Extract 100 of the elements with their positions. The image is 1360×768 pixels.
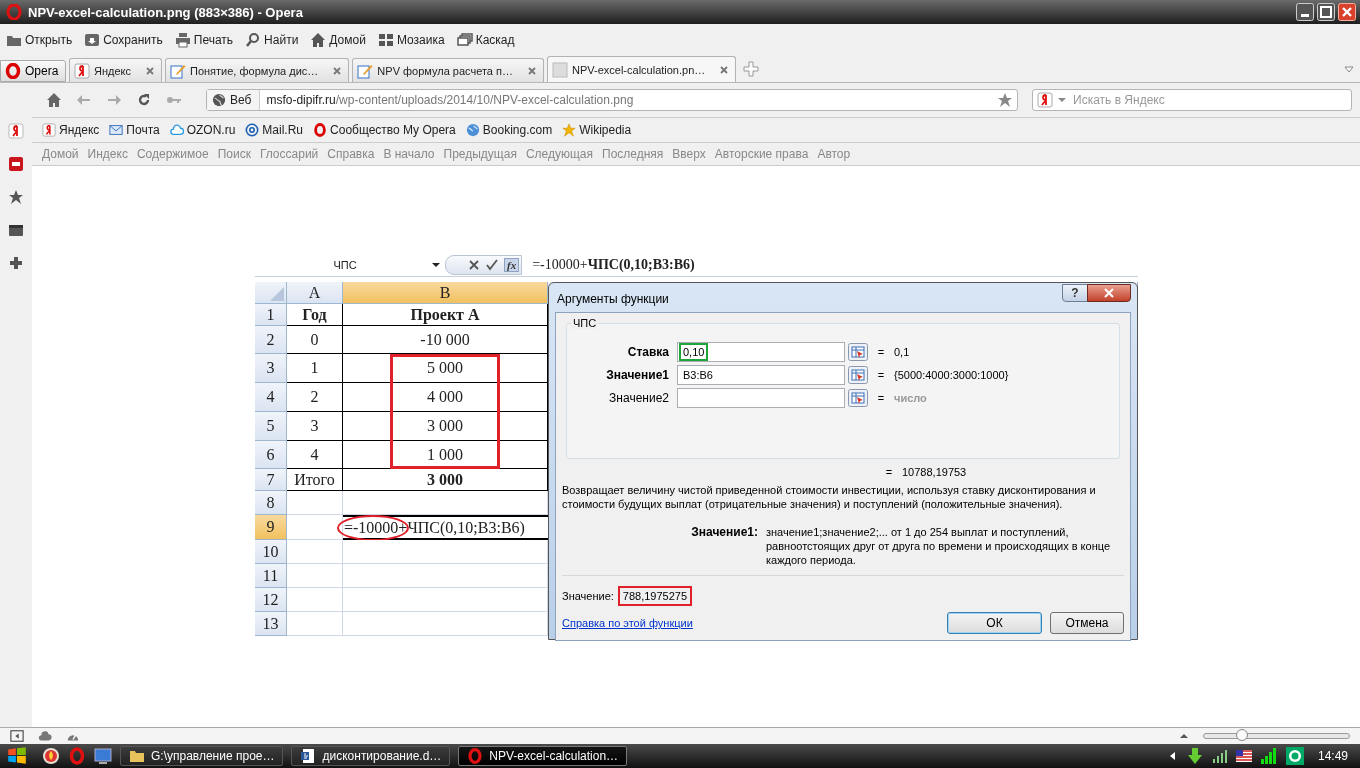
yandex-icon [74,62,90,79]
toolbar-button[interactable]: Найти [245,32,299,48]
caret-icon[interactable] [1057,95,1067,105]
row-header[interactable]: 8 [255,491,287,515]
browser-tab[interactable]: Яндекс [69,58,162,82]
cancel-button[interactable]: Отмена [1050,612,1124,634]
input-field[interactable] [677,388,845,408]
search-field[interactable]: Искать в Яндекс [1032,89,1352,111]
bookmark-link[interactable]: Mail.Ru [245,123,304,137]
toolbar-button[interactable]: Мозаика [377,32,445,48]
caret-up-icon[interactable] [1179,731,1189,741]
bookmark-link[interactable]: OZON.ru [169,123,236,137]
row-header[interactable]: 12 [255,588,287,612]
toolbar-button[interactable]: Сохранить [84,32,163,48]
input-field[interactable]: 0,10 [677,342,845,362]
table-cell: 1 000 [343,441,548,469]
cloud-icon[interactable] [38,729,52,743]
table-cell: -10 000 [343,326,548,354]
equals-sign: = [876,346,886,358]
toolbar-button[interactable]: Домой [310,32,366,48]
taskbar-button[interactable]: дисконтирование.d… [291,746,451,766]
globe-icon [465,123,480,137]
formula-field[interactable]: =-10000+ЧПС(0,10;B3:B6) [522,257,1138,273]
range-select-icon[interactable] [848,343,868,361]
range-select-icon[interactable] [848,389,868,407]
column-header[interactable]: B [343,282,548,304]
yandex-icon[interactable] [8,123,24,139]
row-header[interactable]: 10 [255,540,287,564]
web-scope-button[interactable]: Веб [207,90,261,110]
reload-icon[interactable] [136,92,152,108]
toolbar-button[interactable]: Каскад [456,32,515,48]
desktop-icon[interactable] [94,747,112,765]
panel-icon[interactable] [8,222,24,238]
start-button[interactable] [6,745,28,767]
taskbar-button[interactable]: NPV-excel-calculation… [458,746,628,766]
close-button[interactable] [1087,284,1131,302]
browser-tab[interactable]: Понятие, формула дис… [165,58,350,82]
checkmark-icon[interactable] [486,259,498,271]
range-select-icon[interactable] [848,366,868,384]
at-sign-icon [245,123,260,137]
slider-thumb[interactable] [1235,729,1248,741]
home-icon [310,32,327,48]
add-icon[interactable] [8,255,24,271]
opera-menu-button[interactable]: Opera [0,60,66,82]
row-header[interactable]: 4 [255,383,287,412]
flame-icon[interactable] [42,747,60,765]
row-header[interactable]: 11 [255,564,287,588]
row-header[interactable]: 1 [255,304,287,326]
search-input[interactable]: Искать в Яндекс [1071,92,1347,108]
bookmark-link[interactable]: Booking.com [465,123,553,137]
help-button[interactable]: ? [1062,284,1088,302]
input-field[interactable]: B3:B6 [677,365,845,385]
download-arrow-icon[interactable] [1185,747,1204,765]
panel-toggle-icon[interactable] [10,729,24,743]
yandex-icon[interactable] [1037,92,1053,108]
browser-tab[interactable]: NPV-excel-calculation.pn… [547,56,737,82]
flag-icon[interactable] [1235,748,1252,764]
document-icon [300,748,317,764]
ok-button[interactable]: ОК [947,612,1042,634]
table-cell: 2 [287,383,343,412]
row-header[interactable]: 13 [255,612,287,636]
table-cell: 1 [287,354,343,383]
tab-list-icon[interactable] [1344,64,1354,74]
close-icon[interactable] [719,64,730,75]
target-icon[interactable] [1285,747,1304,765]
signal-bars-icon[interactable] [1259,747,1278,765]
insert-function-button[interactable]: fx [504,258,520,272]
cancel-icon[interactable] [468,259,480,271]
image-icon [552,61,568,78]
close-icon[interactable] [527,65,537,76]
row-header[interactable]: 2 [255,326,287,354]
row-header[interactable]: 9 [255,515,287,540]
row-header[interactable]: 7 [255,469,287,491]
opera-logo-icon[interactable] [68,747,86,765]
star-icon[interactable] [8,189,24,205]
browser-tab[interactable]: NPV формула расчета п… [352,58,544,82]
opera-logo-icon [5,63,21,79]
bookmark-link[interactable]: Сообщество My Opera [313,123,456,137]
maximize-button[interactable] [1317,3,1335,21]
help-link[interactable]: Справка по этой функции [562,617,939,629]
row-header[interactable]: 5 [255,412,287,441]
row-header[interactable]: 6 [255,441,287,469]
bookmark-link[interactable]: Wikipedia [562,123,632,137]
bookmark-link[interactable]: Почта [109,123,160,137]
close-button[interactable] [1338,3,1356,21]
table-cell: Проект А [343,304,548,326]
taskbar-button[interactable]: G:\управление прое… [120,746,284,766]
bookmark-link[interactable]: Яндекс [42,123,100,137]
argument-label: Ставка [626,345,670,359]
minimize-button[interactable] [1296,3,1314,21]
star-icon[interactable] [997,92,1013,108]
close-icon[interactable] [332,65,343,76]
row-header[interactable]: 3 [255,354,287,383]
home-icon[interactable] [46,92,62,108]
address-field[interactable]: Веб msfo-dipifr.ru/wp-content/uploads/2014/10/NPV-excel-calculation.png [206,89,1018,111]
signal-bars-icon[interactable] [1211,748,1228,764]
toolbar-button[interactable]: Печать [174,32,234,48]
close-icon[interactable] [145,65,155,76]
column-header[interactable]: A [287,282,343,304]
toolbar-button[interactable]: Открыть [6,32,73,48]
